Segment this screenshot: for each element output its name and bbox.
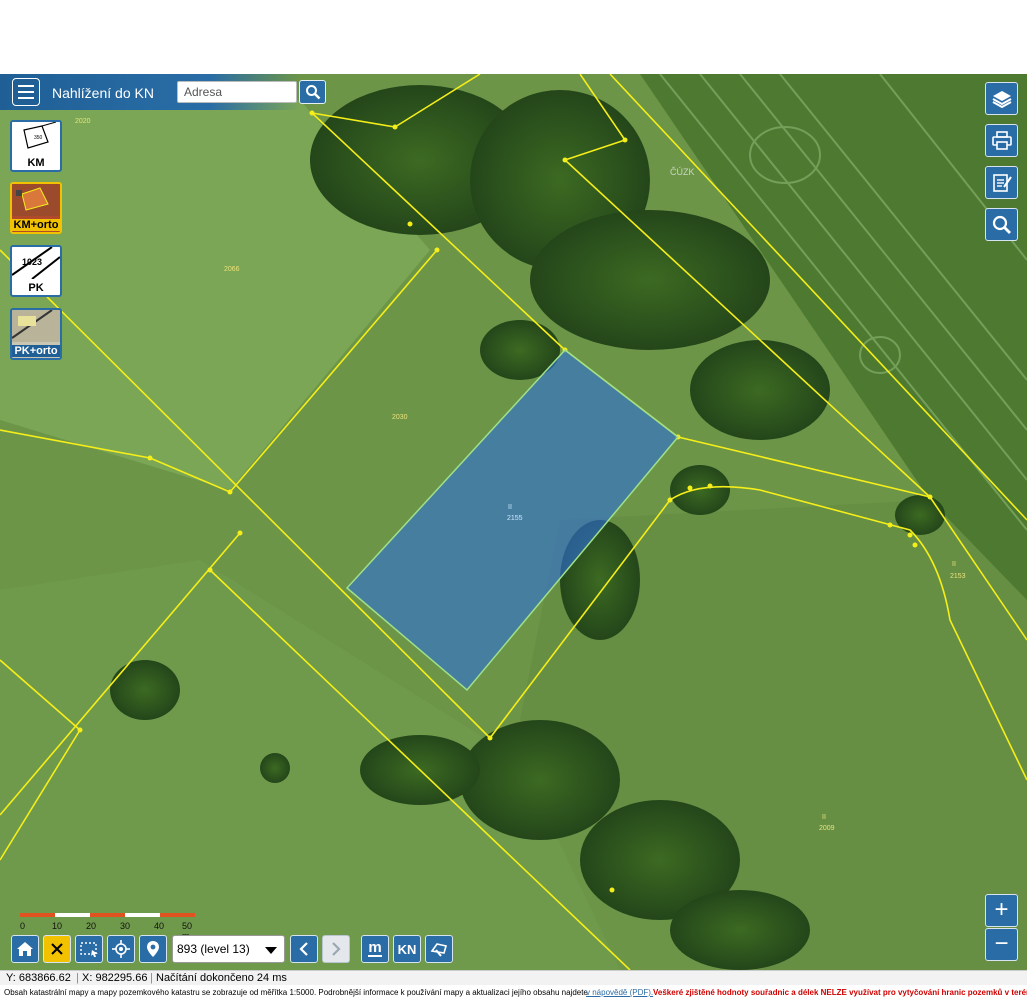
parcel-label-2020a: 2020 <box>75 118 91 125</box>
parcel-label-2009: 2009 <box>819 825 835 832</box>
menu-button[interactable] <box>12 78 40 106</box>
notes-button[interactable] <box>985 166 1018 199</box>
thumb-parcel-number: 350 <box>34 135 43 141</box>
top-blank-area <box>0 0 1027 74</box>
zoom-level-select[interactable]: 893 (level 13) <box>172 935 285 963</box>
marker-button[interactable] <box>139 935 167 963</box>
thumb-pk-number: 1023 <box>22 257 42 267</box>
km-orto-thumbnail <box>12 184 60 216</box>
box-select-button[interactable] <box>75 935 103 963</box>
print-button[interactable] <box>985 124 1018 157</box>
zoom-in-button[interactable]: + <box>985 894 1018 927</box>
map-canvas[interactable]: 2020 2066 2030 II 2155 II 2153 II 2009 Č… <box>0 74 1027 970</box>
maptype-pk-button[interactable]: 1023 PK <box>10 245 62 297</box>
parcel-label-2155: 2155 <box>507 515 523 522</box>
zoom-level-value: 893 (level 13) <box>177 942 250 956</box>
x-coordinate: X: 982295.66 <box>82 972 148 984</box>
address-search-input[interactable] <box>177 81 297 103</box>
next-view-button[interactable] <box>322 935 350 963</box>
parcel-symbol-selected: II <box>508 504 512 511</box>
orthophoto-map <box>0 74 1027 970</box>
maptype-pk-label: PK <box>28 282 44 294</box>
notes-icon <box>992 173 1012 192</box>
map-pin-icon <box>147 941 159 957</box>
box-select-icon <box>80 942 98 957</box>
crosshair-icon <box>112 940 130 958</box>
parcel-symbol-2153: II <box>952 561 956 568</box>
loading-status: Načítání dokončeno 24 ms <box>156 972 287 984</box>
previous-view-button[interactable] <box>290 935 318 963</box>
chevron-left-icon <box>299 942 308 956</box>
measure-icon: m <box>368 939 382 957</box>
status-bar: Y: 683866.62 | X: 982295.66 | Načítání d… <box>0 970 1027 985</box>
chevron-down-icon <box>265 947 277 954</box>
measure-button[interactable]: m <box>361 935 389 963</box>
kn-label: KN <box>397 941 417 957</box>
maptype-km-button[interactable]: 350 KM <box>10 120 62 172</box>
scale-label-0: 0 <box>20 921 26 931</box>
help-pdf-link[interactable]: v nápovědě (PDF). <box>586 988 653 997</box>
home-icon <box>17 942 33 956</box>
layers-icon <box>992 90 1011 108</box>
clear-selection-button[interactable] <box>43 935 71 963</box>
close-icon <box>51 943 63 955</box>
y-coordinate: Y: 683866.62 <box>6 972 71 984</box>
find-button[interactable] <box>985 208 1018 241</box>
layers-button[interactable] <box>985 82 1018 115</box>
pk-orto-thumbnail <box>12 310 60 342</box>
zoom-out-button[interactable]: − <box>985 928 1018 961</box>
magnifier-icon <box>992 215 1011 234</box>
polygon-draw-icon <box>430 943 448 957</box>
maptype-km-orto-label: KM+orto <box>12 219 60 231</box>
maptype-km-label: KM <box>27 157 45 169</box>
parcel-label-2066: 2066 <box>224 266 240 273</box>
pk-map-thumbnail: 1023 <box>12 247 60 280</box>
parcel-label-2153: 2153 <box>950 573 966 580</box>
maptype-pk-orto-button[interactable]: PK+orto <box>10 308 62 360</box>
scale-label-40: 40 <box>154 921 165 931</box>
locality-label: ČÚZK <box>670 167 695 177</box>
search-icon <box>305 85 320 100</box>
info-bar: Obsah katastrální mapy a mapy pozemkovéh… <box>0 985 1027 1000</box>
search-button[interactable] <box>299 80 326 104</box>
parcel-symbol-2009: II <box>822 814 826 821</box>
print-icon <box>991 130 1012 150</box>
warning-text: Veškeré zjištěné hodnoty souřadnic a dél… <box>653 988 1027 997</box>
maptype-pk-orto-label: PK+orto <box>12 345 60 357</box>
scale-label-10: 10 <box>52 921 63 931</box>
home-button[interactable] <box>11 935 39 963</box>
app-title: Nahlížení do KN <box>52 85 154 101</box>
parcel-label-2030: 2030 <box>392 414 408 421</box>
draw-polygon-button[interactable] <box>425 935 453 963</box>
cadastral-map-thumbnail: 350 <box>12 122 60 154</box>
scale-label-30: 30 <box>120 921 131 931</box>
scale-label-20: 20 <box>86 921 97 931</box>
info-text: Obsah katastrální mapy a mapy pozemkovéh… <box>4 988 588 997</box>
maptype-km-orto-button[interactable]: KM+orto <box>10 182 62 234</box>
kn-info-button[interactable]: KN <box>393 935 421 963</box>
locate-button[interactable] <box>107 935 135 963</box>
chevron-right-icon <box>332 942 341 956</box>
scale-bar: 0 10 20 30 40 50 m <box>20 913 195 941</box>
